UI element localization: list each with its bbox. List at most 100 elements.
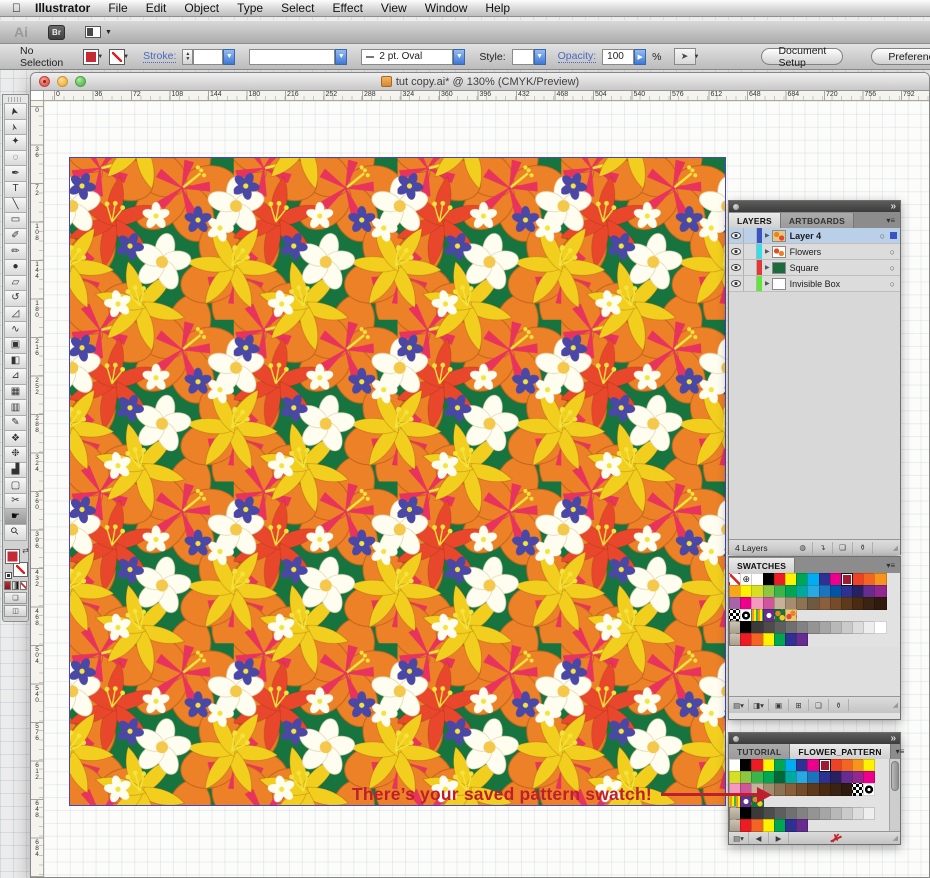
chevron-down-icon[interactable]: ▼ (123, 54, 129, 60)
swap-fill-stroke-icon[interactable]: ⇄ (22, 546, 29, 555)
swatch-options-button[interactable]: ▣ (769, 699, 789, 711)
arrange-documents-button[interactable]: ▼ (85, 26, 112, 38)
tab-tutorial[interactable]: TUTORIAL (729, 744, 790, 759)
new-swatch-button[interactable]: ❏ (809, 699, 829, 711)
isolate-selected-object-button[interactable]: ➤ (674, 48, 696, 65)
layer-name[interactable]: Invisible Box (790, 279, 841, 289)
layer-name[interactable]: Layer 4 (790, 231, 822, 241)
disclosure-triangle-icon[interactable]: ▶ (765, 280, 770, 287)
new-layer-button[interactable]: ❏ (833, 542, 853, 554)
stroke-weight-dropdown[interactable]: ▼ (223, 49, 235, 65)
direct-selection-tool[interactable]: ➢ (4, 119, 27, 136)
pencil-tool[interactable]: ✏ (4, 243, 27, 260)
menu-illustrator[interactable]: Illustrator (35, 1, 99, 15)
previous-library-button[interactable]: ◀ (749, 832, 769, 844)
panel-menu-icon[interactable]: ▾≡ (881, 216, 900, 225)
launch-bridge-button[interactable]: Br (48, 25, 65, 40)
lock-toggle[interactable] (744, 260, 757, 275)
layer-name[interactable]: Square (790, 263, 819, 273)
target-circle-icon[interactable]: ○ (880, 231, 885, 241)
swatch[interactable] (874, 597, 886, 610)
free-transform-tool[interactable]: ▣ (4, 337, 27, 354)
blend-tool[interactable]: ❖ (4, 430, 27, 447)
target-circle-icon[interactable]: ○ (890, 247, 895, 257)
delete-layer-button[interactable]: ⚱ (853, 542, 873, 554)
column-graph-tool[interactable]: ▟ (4, 462, 27, 479)
variable-width-profile-field[interactable] (249, 49, 335, 65)
blob-brush-tool[interactable]: ● (4, 259, 27, 276)
layer-row[interactable]: ▶Invisible Box○ (729, 276, 900, 292)
menu-window[interactable]: Window (416, 1, 477, 15)
stroke-weight-field[interactable] (193, 49, 223, 65)
tab-swatches[interactable]: SWATCHES (729, 558, 795, 573)
default-fill-stroke-icon[interactable] (5, 572, 12, 579)
chevron-down-icon[interactable]: ▼ (694, 54, 700, 60)
menu-file[interactable]: File (99, 1, 136, 15)
collapse-to-icons-icon[interactable]: » (890, 203, 896, 211)
rotate-tool[interactable]: ↺ (4, 290, 27, 307)
ruler-origin-box[interactable] (31, 91, 44, 101)
panel-menu-icon[interactable]: ▾≡ (881, 561, 900, 570)
resize-grip-icon[interactable]: ◢ (893, 544, 900, 552)
eraser-tool[interactable]: ▱ (4, 275, 27, 292)
gradient-mode-button[interactable] (12, 581, 19, 590)
disclosure-triangle-icon[interactable]: ▶ (765, 264, 770, 271)
line-segment-tool[interactable]: ╲ (4, 197, 27, 214)
delete-swatch-button[interactable]: ⚱ (829, 699, 849, 711)
swatch[interactable] (874, 621, 886, 634)
tab-artboards[interactable]: ARTBOARDS (781, 213, 854, 228)
layer-row[interactable]: ▶Layer 4○ (729, 228, 900, 244)
drawing-modes-button[interactable]: ❏ (4, 592, 27, 604)
perspective-grid-tool[interactable]: ⊿ (4, 368, 27, 385)
lock-toggle[interactable] (744, 276, 757, 291)
swatch[interactable] (841, 573, 853, 586)
horizontal-ruler[interactable]: 0367210814418021625228832436039643246850… (44, 91, 929, 101)
stroke-panel-link[interactable]: Stroke: (143, 50, 176, 63)
artboard-tool[interactable]: ▢ (4, 477, 27, 494)
visibility-eye-icon[interactable] (729, 244, 744, 259)
brush-definition-field[interactable]: 2 pt. Oval (361, 49, 453, 65)
mesh-tool[interactable]: ▦ (4, 384, 27, 401)
panel-close-icon[interactable] (733, 736, 739, 742)
layer-thumbnail[interactable] (772, 262, 786, 274)
chevron-down-icon[interactable]: ▼ (97, 54, 103, 60)
zoom-tool[interactable]: ⚲ (4, 524, 27, 541)
resize-grip-icon[interactable]: ◢ (893, 834, 900, 842)
style-field[interactable] (512, 49, 534, 65)
swatch-libraries-button[interactable]: ▤▾ (729, 699, 749, 711)
opacity-field[interactable]: 100 (602, 49, 634, 65)
variable-width-dropdown[interactable]: ▼ (335, 49, 347, 65)
hand-tool[interactable]: ☛ (4, 508, 27, 525)
type-tool[interactable]: T (4, 181, 27, 198)
create-sublayer-button[interactable]: ↴ (813, 542, 833, 554)
gradient-tool[interactable]: ▥ (4, 399, 27, 416)
stroke-color-indicator[interactable] (13, 562, 28, 577)
swatch[interactable] (819, 759, 831, 772)
layer-thumbnail[interactable] (772, 278, 786, 290)
layer-row[interactable]: ▶Square○ (729, 260, 900, 276)
lock-toggle[interactable] (744, 228, 757, 243)
selection-tool[interactable]: ➤ (4, 103, 27, 120)
screen-mode-button[interactable]: ◫ (4, 605, 27, 617)
close-button[interactable] (39, 76, 50, 87)
opacity-panel-link[interactable]: Opacity: (558, 50, 597, 63)
layer-thumbnail[interactable] (772, 246, 786, 258)
menu-view[interactable]: View (372, 1, 416, 15)
scale-tool[interactable]: ◿ (4, 306, 27, 323)
preferences-button[interactable]: Preferences (871, 48, 930, 65)
visibility-eye-icon[interactable] (729, 276, 744, 291)
next-library-button[interactable]: ▶ (769, 832, 789, 844)
palette-drag-handle[interactable] (8, 97, 23, 102)
menu-object[interactable]: Object (175, 1, 228, 15)
scrollbar[interactable] (889, 759, 900, 831)
rectangle-tool[interactable]: ▭ (4, 212, 27, 229)
resize-grip-icon[interactable]: ◢ (893, 701, 900, 709)
menu-select[interactable]: Select (272, 1, 323, 15)
vertical-ruler[interactable]: 03 67 21 0 81 4 41 8 02 1 62 5 22 8 83 2… (31, 101, 44, 877)
eyedropper-tool[interactable]: ✎ (4, 415, 27, 432)
swatch[interactable] (796, 633, 808, 646)
shape-builder-tool[interactable]: ◧ (4, 353, 27, 370)
style-dropdown[interactable]: ▼ (534, 49, 546, 65)
panel-group-header[interactable]: » (729, 733, 900, 744)
scrollbar-thumb[interactable] (891, 761, 899, 791)
